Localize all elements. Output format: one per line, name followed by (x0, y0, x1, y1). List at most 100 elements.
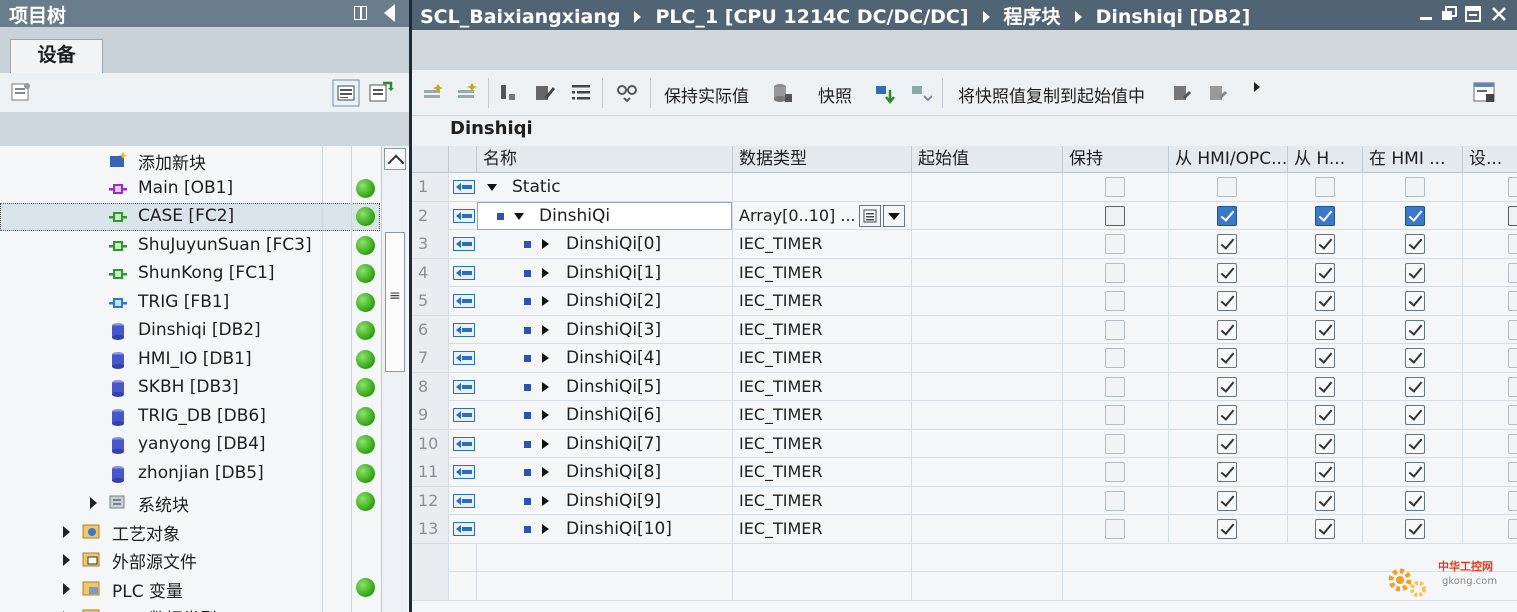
expand-row-icon[interactable] (542, 296, 549, 306)
name-cell[interactable]: DinshiQi (477, 201, 733, 230)
checkbox[interactable] (1508, 462, 1517, 482)
tree-item[interactable]: 系统块 (0, 488, 380, 516)
checkbox[interactable] (1217, 462, 1237, 482)
column-header[interactable]: 名称 (477, 146, 733, 173)
expand-row-icon[interactable] (542, 381, 549, 392)
tree-item[interactable]: CASE [FC2] (0, 203, 380, 231)
list-view-icon[interactable] (570, 82, 592, 104)
checkbox[interactable] (1508, 405, 1517, 425)
checkbox[interactable] (1105, 376, 1125, 397)
start-value-cell[interactable] (912, 173, 1063, 201)
checkbox[interactable] (1508, 348, 1517, 368)
datatype-cell[interactable] (733, 173, 912, 201)
name-cell[interactable]: Static (477, 173, 733, 201)
table-row[interactable]: 4 DinshiQi[1] IEC_TIMER (412, 258, 1517, 287)
float-window-icon[interactable] (1440, 5, 1458, 23)
datatype-cell[interactable]: IEC_TIMER (733, 230, 912, 258)
checkbox[interactable] (1405, 348, 1425, 368)
checkbox[interactable] (1217, 205, 1237, 226)
tree-item[interactable]: TRIG [FB1] (0, 289, 380, 317)
tree-item[interactable]: PLC 数据类型 (0, 602, 380, 612)
column-header[interactable]: 设... (1463, 146, 1517, 173)
start-value-cell[interactable] (912, 287, 1063, 315)
column-header[interactable]: 数据类型 (733, 146, 912, 173)
checkbox[interactable] (1217, 490, 1237, 511)
table-row[interactable]: 8 DinshiQi[5] IEC_TIMER (412, 372, 1517, 401)
checkbox[interactable] (1315, 405, 1335, 425)
name-cell[interactable]: DinshiQi[8] (477, 458, 733, 486)
minimize-icon[interactable] (1418, 5, 1436, 23)
datatype-cell[interactable]: IEC_TIMER (733, 486, 912, 515)
editor-settings-icon[interactable] (1472, 80, 1498, 106)
toolbar-more-icon[interactable] (1254, 82, 1260, 92)
checkbox[interactable] (1508, 490, 1517, 511)
checkbox[interactable] (1105, 462, 1125, 482)
checkbox[interactable] (1405, 462, 1425, 482)
tree-expand-icon[interactable] (63, 582, 70, 595)
tree-item[interactable]: Dinshiqi [DB2] (0, 317, 380, 345)
datatype-cell[interactable]: IEC_TIMER (733, 287, 912, 315)
table-row[interactable]: 2 DinshiQi Array[0..10] ... (412, 201, 1517, 230)
datatype-cell[interactable]: IEC_TIMER (733, 515, 912, 543)
reset-start-values-icon[interactable] (1208, 82, 1230, 104)
checkbox[interactable] (1105, 405, 1125, 425)
checkbox[interactable] (1217, 319, 1237, 340)
checkbox[interactable] (1508, 433, 1517, 454)
checkbox[interactable] (1405, 177, 1425, 197)
table-row[interactable]: 6 DinshiQi[3] IEC_TIMER (412, 315, 1517, 344)
name-cell[interactable]: DinshiQi[6] (477, 401, 733, 429)
datatype-cell[interactable]: IEC_TIMER (733, 372, 912, 401)
checkbox[interactable] (1105, 234, 1125, 254)
table-row[interactable]: 5 DinshiQi[2] IEC_TIMER (412, 287, 1517, 316)
project-view-icon[interactable] (8, 79, 36, 107)
collapse-row-icon[interactable] (487, 184, 497, 191)
datatype-cell[interactable]: IEC_TIMER (733, 458, 912, 486)
start-value-cell[interactable] (912, 344, 1063, 372)
extend-bit-icon[interactable] (498, 82, 520, 104)
checkbox[interactable] (1217, 234, 1237, 254)
monitor-glasses-icon[interactable] (616, 82, 638, 104)
checkbox[interactable] (1105, 519, 1125, 539)
load-start-values-icon[interactable] (1172, 82, 1194, 104)
checkbox[interactable] (1217, 291, 1237, 311)
checkbox[interactable] (1405, 433, 1425, 454)
datatype-cell[interactable]: Array[0..10] ... (733, 201, 912, 230)
keep-actual-values-button[interactable]: 保持实际值 (664, 82, 749, 107)
checkbox[interactable] (1405, 405, 1425, 425)
checkbox[interactable] (1315, 291, 1335, 311)
tree-item[interactable]: HMI_IO [DB1] (0, 346, 380, 374)
snapshot-button[interactable]: 快照 (818, 82, 852, 107)
breadcrumb-program-blocks[interactable]: 程序块 (1004, 6, 1061, 28)
table-row[interactable]: 13 DinshiQi[10] IEC_TIMER (412, 515, 1517, 544)
add-row-icon[interactable] (456, 82, 478, 104)
checkbox[interactable] (1315, 433, 1335, 454)
checkbox[interactable] (1405, 319, 1425, 340)
checkbox[interactable] (1105, 348, 1125, 368)
expand-row-icon[interactable] (542, 495, 549, 506)
checkbox[interactable] (1315, 462, 1335, 482)
checkbox[interactable] (1405, 205, 1425, 226)
tree-item[interactable]: ShunKong [FC1] (0, 260, 380, 288)
datatype-cell[interactable]: IEC_TIMER (733, 401, 912, 429)
datatype-dropdown-icon[interactable] (883, 204, 905, 227)
expand-row-icon[interactable] (542, 410, 549, 420)
table-row[interactable]: 1 Static (412, 173, 1517, 202)
column-header[interactable]: 从 HMI/OPC... (1169, 146, 1288, 173)
column-header[interactable]: 起始值 (912, 146, 1063, 173)
table-row[interactable]: 10 DinshiQi[7] IEC_TIMER (412, 429, 1517, 458)
column-header[interactable]: 在 HMI ... (1363, 146, 1463, 173)
split-view-icon[interactable] (354, 6, 367, 20)
breadcrumb-project[interactable]: SCL_Baixiangxiang (420, 6, 620, 28)
load-snapshot-icon[interactable] (874, 82, 896, 104)
name-cell[interactable]: DinshiQi[9] (477, 486, 733, 515)
checkbox[interactable] (1315, 234, 1335, 254)
checkbox[interactable] (1315, 205, 1335, 226)
start-value-cell[interactable] (912, 372, 1063, 401)
table-row[interactable]: 12 DinshiQi[9] IEC_TIMER (412, 486, 1517, 515)
checkbox[interactable] (1217, 376, 1237, 397)
table-row[interactable]: 7 DinshiQi[4] IEC_TIMER (412, 344, 1517, 373)
name-cell[interactable]: DinshiQi[5] (477, 372, 733, 401)
checkbox[interactable] (1405, 376, 1425, 397)
start-value-cell[interactable] (912, 486, 1063, 515)
start-value-cell[interactable] (912, 230, 1063, 258)
